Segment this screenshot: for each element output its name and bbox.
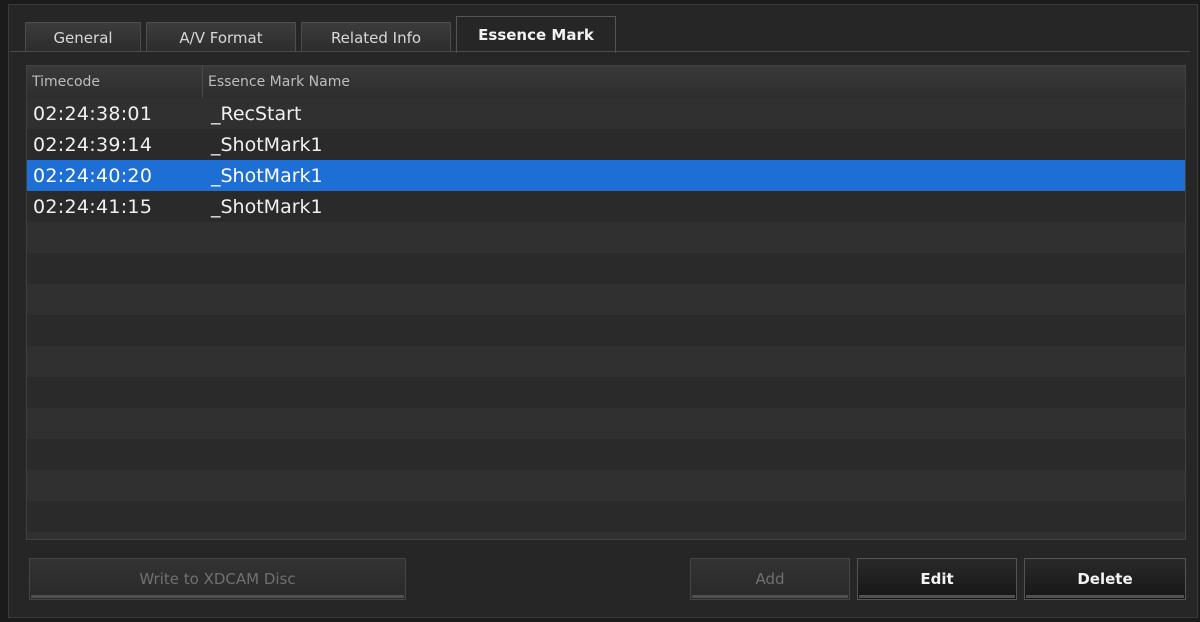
timecode-cell: 02:24:40:20 — [33, 164, 153, 187]
essence-mark-list[interactable]: Timecode Essence Mark Name 02:24:38:01 _… — [26, 65, 1186, 540]
essence-mark-name-cell: _ShotMark1 — [211, 195, 323, 218]
essence-mark-name-cell: _ShotMark1 — [211, 164, 323, 187]
list-item[interactable]: 02:24:38:01 _RecStart — [27, 98, 1185, 129]
add-button[interactable]: Add — [690, 558, 850, 600]
empty-row — [27, 470, 1185, 501]
empty-row — [27, 346, 1185, 377]
essence-mark-name-cell: _RecStart — [211, 102, 302, 125]
tab-related-info[interactable]: Related Info — [301, 22, 451, 52]
edit-button[interactable]: Edit — [857, 558, 1017, 600]
timecode-cell: 02:24:41:15 — [33, 195, 153, 218]
timecode-cell: 02:24:39:14 — [33, 133, 153, 156]
list-item-selected[interactable]: 02:24:40:20 _ShotMark1 — [27, 160, 1185, 191]
tab-divider — [10, 51, 1190, 52]
empty-row — [27, 532, 1185, 539]
delete-button[interactable]: Delete — [1024, 558, 1186, 600]
empty-row — [27, 408, 1185, 439]
empty-row — [27, 377, 1185, 408]
essence-mark-name-cell: _ShotMark1 — [211, 133, 323, 156]
tab-av-format[interactable]: A/V Format — [146, 22, 296, 52]
column-header-timecode[interactable]: Timecode — [27, 66, 203, 98]
list-header: Timecode Essence Mark Name — [27, 66, 1185, 99]
empty-row — [27, 439, 1185, 470]
empty-row — [27, 222, 1185, 253]
list-item[interactable]: 02:24:39:14 _ShotMark1 — [27, 129, 1185, 160]
timecode-cell: 02:24:38:01 — [33, 102, 153, 125]
empty-row — [27, 284, 1185, 315]
list-item[interactable]: 02:24:41:15 _ShotMark1 — [27, 191, 1185, 222]
tab-bar: General A/V Format Related Info Essence … — [10, 12, 1198, 53]
tab-general[interactable]: General — [25, 22, 141, 52]
tab-essence-mark[interactable]: Essence Mark — [456, 16, 616, 53]
empty-row — [27, 253, 1185, 284]
empty-row — [27, 315, 1185, 346]
write-to-xdcam-disc-button[interactable]: Write to XDCAM Disc — [29, 558, 406, 600]
column-header-essence-mark-name[interactable]: Essence Mark Name — [203, 66, 350, 98]
list-rows: 02:24:38:01 _RecStart 02:24:39:14 _ShotM… — [27, 98, 1185, 539]
empty-row — [27, 501, 1185, 532]
